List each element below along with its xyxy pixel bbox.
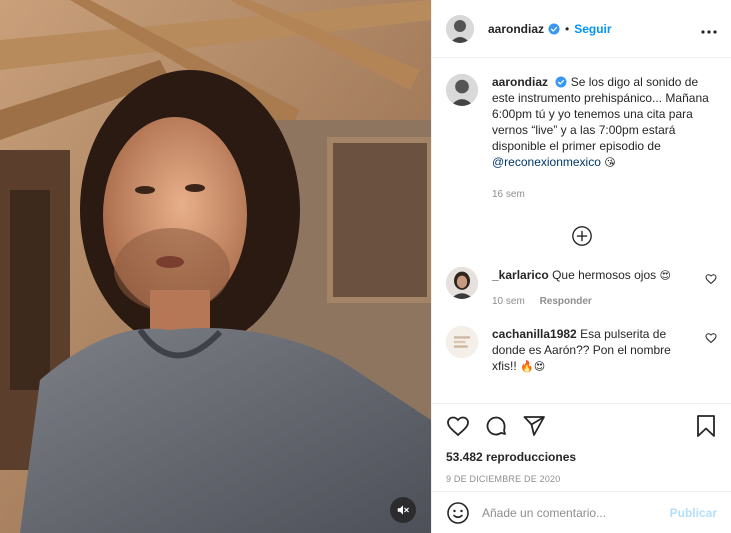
caption-mention-link[interactable]: @reconexionmexico xyxy=(492,155,601,169)
video-player[interactable] xyxy=(0,0,431,533)
heart-icon[interactable] xyxy=(705,332,717,347)
post-actions: 53.482 reproducciones 9 DE DICIEMBRE DE … xyxy=(432,403,731,491)
reply-button[interactable]: Responder xyxy=(540,296,592,307)
comment-meta: 10 sem Responder xyxy=(492,294,692,310)
caption-emoji: 😘 xyxy=(604,156,616,169)
post-sidebar: aarondiaz • Seguir aarondiaz Se los digo… xyxy=(431,0,731,533)
comment-emoji: 😍 xyxy=(659,269,671,282)
caption-username[interactable]: aarondiaz xyxy=(492,75,548,89)
add-comment-bar: Publicar xyxy=(432,491,731,533)
verified-badge-icon xyxy=(555,76,567,88)
avatar[interactable] xyxy=(446,14,474,43)
action-icons xyxy=(446,414,717,438)
comment-body: cachanilla1982 Esa pulserita de donde es… xyxy=(492,326,692,375)
comments-section[interactable]: aarondiaz Se los digo al sonido de este … xyxy=(432,58,731,403)
comment-body: _karlarico Que hermosos ojos 😍 10 sem Re… xyxy=(492,267,692,310)
comment-item: cachanilla1982 Esa pulserita de donde es… xyxy=(446,326,717,375)
comment-username[interactable]: cachanilla1982 xyxy=(492,327,577,341)
follow-button[interactable]: Seguir xyxy=(574,22,611,36)
load-more-comments xyxy=(446,225,717,247)
post-date[interactable]: 9 DE DICIEMBRE DE 2020 xyxy=(446,474,717,484)
avatar[interactable] xyxy=(446,74,478,106)
share-send-icon[interactable] xyxy=(522,414,546,438)
avatar-image xyxy=(446,326,478,358)
avatar-image xyxy=(446,267,478,299)
post-author-username[interactable]: aarondiaz xyxy=(488,22,544,36)
comment-bubble-icon[interactable] xyxy=(484,414,508,438)
mute-toggle-button[interactable] xyxy=(390,497,416,523)
comment-input[interactable] xyxy=(482,505,670,520)
avatar-image xyxy=(446,14,474,43)
plus-circle-icon[interactable] xyxy=(571,225,593,247)
avatar[interactable] xyxy=(446,326,478,358)
like-heart-icon[interactable] xyxy=(446,414,470,438)
muted-speaker-icon xyxy=(397,505,409,515)
separator-dot: • xyxy=(565,21,570,36)
comment-item: _karlarico Que hermosos ojos 😍 10 sem Re… xyxy=(446,267,717,310)
heart-icon[interactable] xyxy=(705,273,717,288)
comment-emoji: 🔥😍 xyxy=(520,360,546,373)
bookmark-save-icon[interactable] xyxy=(695,414,717,438)
emoji-smiley-icon[interactable] xyxy=(446,501,470,525)
avatar[interactable] xyxy=(446,267,478,299)
verified-badge-icon xyxy=(548,23,560,35)
publish-button[interactable]: Publicar xyxy=(670,506,717,520)
caption-body: aarondiaz Se los digo al sonido de este … xyxy=(492,74,717,203)
comment-username[interactable]: _karlarico xyxy=(492,268,549,282)
comment-text: Que hermosos ojos xyxy=(552,268,660,282)
video-frame-image xyxy=(0,0,431,533)
comment-timestamp[interactable]: 10 sem xyxy=(492,296,525,307)
more-horizontal-icon[interactable] xyxy=(701,21,717,37)
view-count[interactable]: 53.482 reproducciones xyxy=(446,450,717,464)
instagram-post-modal: aarondiaz • Seguir aarondiaz Se los digo… xyxy=(0,0,731,533)
caption-timestamp[interactable]: 16 sem xyxy=(492,187,717,203)
post-header: aarondiaz • Seguir xyxy=(432,0,731,58)
avatar-image xyxy=(446,74,478,106)
post-caption: aarondiaz Se los digo al sonido de este … xyxy=(446,74,717,203)
